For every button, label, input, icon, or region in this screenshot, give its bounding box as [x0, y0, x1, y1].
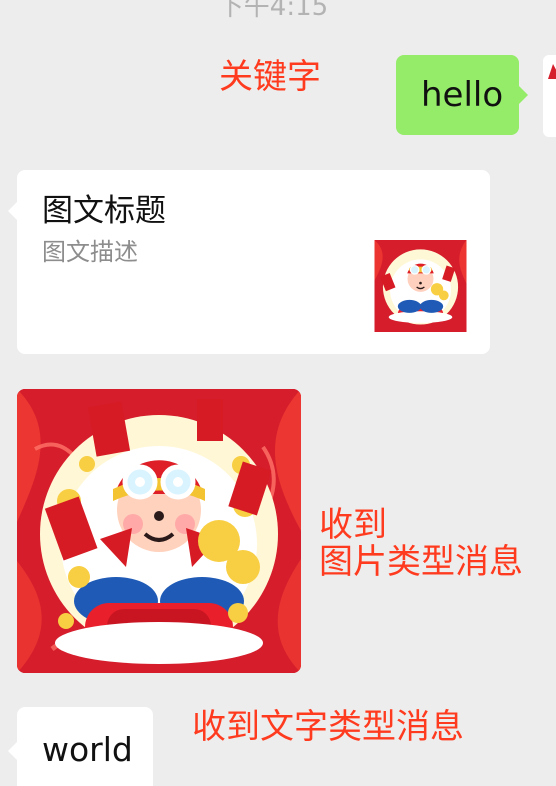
message-timestamp: 下午4:15: [217, 0, 329, 22]
received-text-message-bubble[interactable]: world: [8, 707, 153, 786]
keyword-annotation: 关键字: [219, 57, 321, 97]
sent-message-bubble[interactable]: hello: [396, 55, 528, 135]
image-message-annotation-line2: 图片类型消息: [319, 542, 523, 582]
received-image-message[interactable]: [17, 389, 301, 673]
news-card-description: 图文描述: [42, 238, 138, 266]
image-message-annotation-line1: 收到: [319, 505, 387, 545]
news-card-title: 图文标题: [42, 193, 166, 229]
sent-message-text: hello: [421, 75, 504, 115]
text-message-annotation: 收到文字类型消息: [192, 707, 464, 747]
fortune-god-image-icon: [17, 389, 301, 673]
news-card-thumbnail: [374, 240, 467, 332]
fortune-god-thumbnail-icon: [374, 240, 467, 332]
self-avatar[interactable]: [543, 55, 556, 137]
chat-screen: 下午4:15 关键字 hello 图文标题 图文描述 收到 图片类型消息 收到文…: [0, 0, 556, 786]
news-card-message[interactable]: 图文标题 图文描述: [8, 170, 490, 354]
received-message-text: world: [42, 730, 133, 769]
